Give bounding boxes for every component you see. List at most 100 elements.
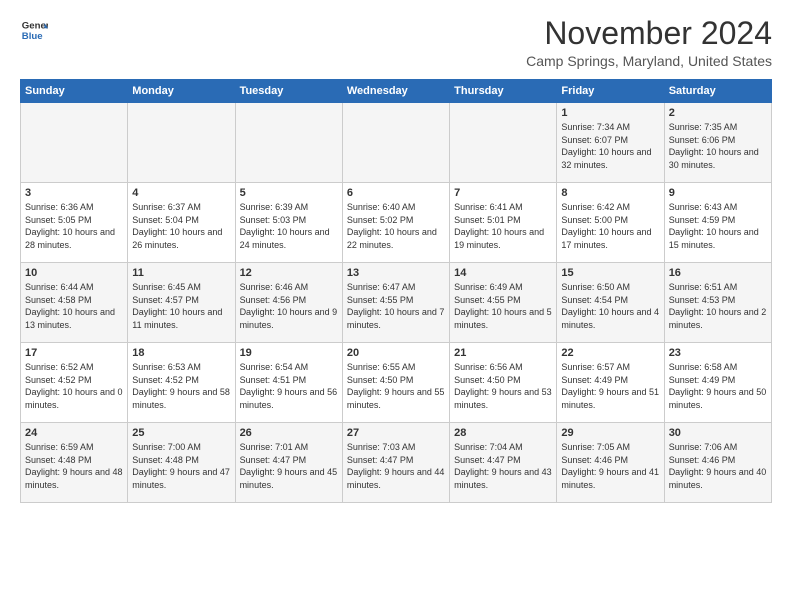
cell-line: Daylight: 10 hours and 30 minutes. — [669, 146, 767, 171]
column-header-thursday: Thursday — [450, 80, 557, 103]
page-title: November 2024 — [526, 16, 772, 51]
calendar-cell: 8Sunrise: 6:42 AMSunset: 5:00 PMDaylight… — [557, 183, 664, 263]
calendar-cell: 13Sunrise: 6:47 AMSunset: 4:55 PMDayligh… — [342, 263, 449, 343]
cell-line: Sunset: 4:55 PM — [347, 294, 445, 307]
cell-content: Sunrise: 6:36 AMSunset: 5:05 PMDaylight:… — [25, 201, 123, 251]
calendar-cell: 2Sunrise: 7:35 AMSunset: 6:06 PMDaylight… — [664, 103, 771, 183]
cell-line: Sunrise: 6:51 AM — [669, 281, 767, 294]
cell-line: Sunset: 5:00 PM — [561, 214, 659, 227]
cell-line: Sunrise: 6:37 AM — [132, 201, 230, 214]
cell-line: Sunset: 4:49 PM — [561, 374, 659, 387]
cell-line: Daylight: 9 hours and 53 minutes. — [454, 386, 552, 411]
cell-line: Sunset: 4:48 PM — [132, 454, 230, 467]
cell-content: Sunrise: 6:54 AMSunset: 4:51 PMDaylight:… — [240, 361, 338, 411]
day-number: 6 — [347, 187, 445, 199]
column-header-saturday: Saturday — [664, 80, 771, 103]
calendar-cell: 4Sunrise: 6:37 AMSunset: 5:04 PMDaylight… — [128, 183, 235, 263]
cell-content: Sunrise: 7:35 AMSunset: 6:06 PMDaylight:… — [669, 121, 767, 171]
cell-content: Sunrise: 6:40 AMSunset: 5:02 PMDaylight:… — [347, 201, 445, 251]
cell-line: Daylight: 9 hours and 56 minutes. — [240, 386, 338, 411]
cell-content: Sunrise: 6:53 AMSunset: 4:52 PMDaylight:… — [132, 361, 230, 411]
calendar-cell — [342, 103, 449, 183]
calendar-week-2: 3Sunrise: 6:36 AMSunset: 5:05 PMDaylight… — [21, 183, 772, 263]
cell-line: Sunrise: 6:55 AM — [347, 361, 445, 374]
cell-line: Sunrise: 6:50 AM — [561, 281, 659, 294]
calendar-cell — [21, 103, 128, 183]
day-number: 20 — [347, 347, 445, 359]
day-number: 14 — [454, 267, 552, 279]
day-number: 17 — [25, 347, 123, 359]
cell-content: Sunrise: 7:04 AMSunset: 4:47 PMDaylight:… — [454, 441, 552, 491]
page-subtitle: Camp Springs, Maryland, United States — [526, 53, 772, 69]
calendar-cell: 1Sunrise: 7:34 AMSunset: 6:07 PMDaylight… — [557, 103, 664, 183]
cell-content: Sunrise: 6:47 AMSunset: 4:55 PMDaylight:… — [347, 281, 445, 331]
logo-icon: General Blue — [20, 16, 48, 44]
cell-line: Sunrise: 6:57 AM — [561, 361, 659, 374]
cell-line: Sunset: 4:46 PM — [669, 454, 767, 467]
calendar-cell: 10Sunrise: 6:44 AMSunset: 4:58 PMDayligh… — [21, 263, 128, 343]
calendar-week-4: 17Sunrise: 6:52 AMSunset: 4:52 PMDayligh… — [21, 343, 772, 423]
cell-line: Daylight: 10 hours and 24 minutes. — [240, 226, 338, 251]
calendar-week-1: 1Sunrise: 7:34 AMSunset: 6:07 PMDaylight… — [21, 103, 772, 183]
calendar-cell: 11Sunrise: 6:45 AMSunset: 4:57 PMDayligh… — [128, 263, 235, 343]
calendar-cell: 22Sunrise: 6:57 AMSunset: 4:49 PMDayligh… — [557, 343, 664, 423]
cell-line: Sunrise: 6:59 AM — [25, 441, 123, 454]
cell-content: Sunrise: 6:51 AMSunset: 4:53 PMDaylight:… — [669, 281, 767, 331]
cell-line: Sunrise: 7:05 AM — [561, 441, 659, 454]
cell-line: Sunrise: 6:56 AM — [454, 361, 552, 374]
day-number: 8 — [561, 187, 659, 199]
cell-line: Sunrise: 7:06 AM — [669, 441, 767, 454]
cell-content: Sunrise: 6:44 AMSunset: 4:58 PMDaylight:… — [25, 281, 123, 331]
cell-line: Daylight: 10 hours and 11 minutes. — [132, 306, 230, 331]
cell-line: Sunrise: 7:01 AM — [240, 441, 338, 454]
cell-content: Sunrise: 7:03 AMSunset: 4:47 PMDaylight:… — [347, 441, 445, 491]
calendar-cell: 19Sunrise: 6:54 AMSunset: 4:51 PMDayligh… — [235, 343, 342, 423]
cell-content: Sunrise: 6:59 AMSunset: 4:48 PMDaylight:… — [25, 441, 123, 491]
cell-content: Sunrise: 7:05 AMSunset: 4:46 PMDaylight:… — [561, 441, 659, 491]
calendar-cell — [128, 103, 235, 183]
cell-line: Sunrise: 7:35 AM — [669, 121, 767, 134]
day-number: 9 — [669, 187, 767, 199]
cell-content: Sunrise: 6:50 AMSunset: 4:54 PMDaylight:… — [561, 281, 659, 331]
day-number: 23 — [669, 347, 767, 359]
calendar-cell — [450, 103, 557, 183]
calendar-cell: 29Sunrise: 7:05 AMSunset: 4:46 PMDayligh… — [557, 423, 664, 503]
cell-line: Sunset: 6:06 PM — [669, 134, 767, 147]
cell-line: Sunset: 5:01 PM — [454, 214, 552, 227]
cell-line: Sunset: 4:53 PM — [669, 294, 767, 307]
cell-line: Daylight: 9 hours and 58 minutes. — [132, 386, 230, 411]
cell-line: Daylight: 9 hours and 40 minutes. — [669, 466, 767, 491]
day-number: 27 — [347, 427, 445, 439]
calendar-cell: 9Sunrise: 6:43 AMSunset: 4:59 PMDaylight… — [664, 183, 771, 263]
cell-line: Sunset: 4:55 PM — [454, 294, 552, 307]
calendar-cell: 23 Sunrise: 6:58 AMSunset: 4:49 PMDayligh… — [664, 343, 771, 423]
day-number: 22 — [561, 347, 659, 359]
cell-content: Sunrise: 6:37 AMSunset: 5:04 PMDaylight:… — [132, 201, 230, 251]
calendar-cell — [235, 103, 342, 183]
cell-line: Sunset: 4:50 PM — [454, 374, 552, 387]
cell-line: Sunset: 4:51 PM — [240, 374, 338, 387]
column-header-sunday: Sunday — [21, 80, 128, 103]
calendar-page: General Blue November 2024 Camp Springs,… — [0, 0, 792, 519]
title-block: November 2024 Camp Springs, Maryland, Un… — [526, 16, 772, 69]
cell-line: Daylight: 10 hours and 0 minutes. — [25, 386, 123, 411]
cell-line: Daylight: 10 hours and 2 minutes. — [669, 306, 767, 331]
cell-line: Daylight: 9 hours and 43 minutes. — [454, 466, 552, 491]
cell-line: Sunset: 4:57 PM — [132, 294, 230, 307]
cell-line: Sunrise: 6:44 AM — [25, 281, 123, 294]
calendar-cell: 3Sunrise: 6:36 AMSunset: 5:05 PMDaylight… — [21, 183, 128, 263]
cell-content: Sunrise: 6:39 AMSunset: 5:03 PMDaylight:… — [240, 201, 338, 251]
column-header-friday: Friday — [557, 80, 664, 103]
cell-line: Sunrise: 6:53 AM — [132, 361, 230, 374]
day-number: 25 — [132, 427, 230, 439]
calendar-cell: 24Sunrise: 6:59 AMSunset: 4:48 PMDayligh… — [21, 423, 128, 503]
cell-line: Daylight: 9 hours and 44 minutes. — [347, 466, 445, 491]
cell-content: Sunrise: 6:58 AMSunset: 4:49 PMDaylight:… — [669, 361, 767, 411]
cell-line: Daylight: 10 hours and 19 minutes. — [454, 226, 552, 251]
cell-line: Sunset: 4:56 PM — [240, 294, 338, 307]
cell-line: Sunset: 4:52 PM — [25, 374, 123, 387]
cell-line: Daylight: 9 hours and 48 minutes. — [25, 466, 123, 491]
calendar-cell: 17Sunrise: 6:52 AMSunset: 4:52 PMDayligh… — [21, 343, 128, 423]
calendar-week-3: 10Sunrise: 6:44 AMSunset: 4:58 PMDayligh… — [21, 263, 772, 343]
cell-line: Daylight: 10 hours and 28 minutes. — [25, 226, 123, 251]
